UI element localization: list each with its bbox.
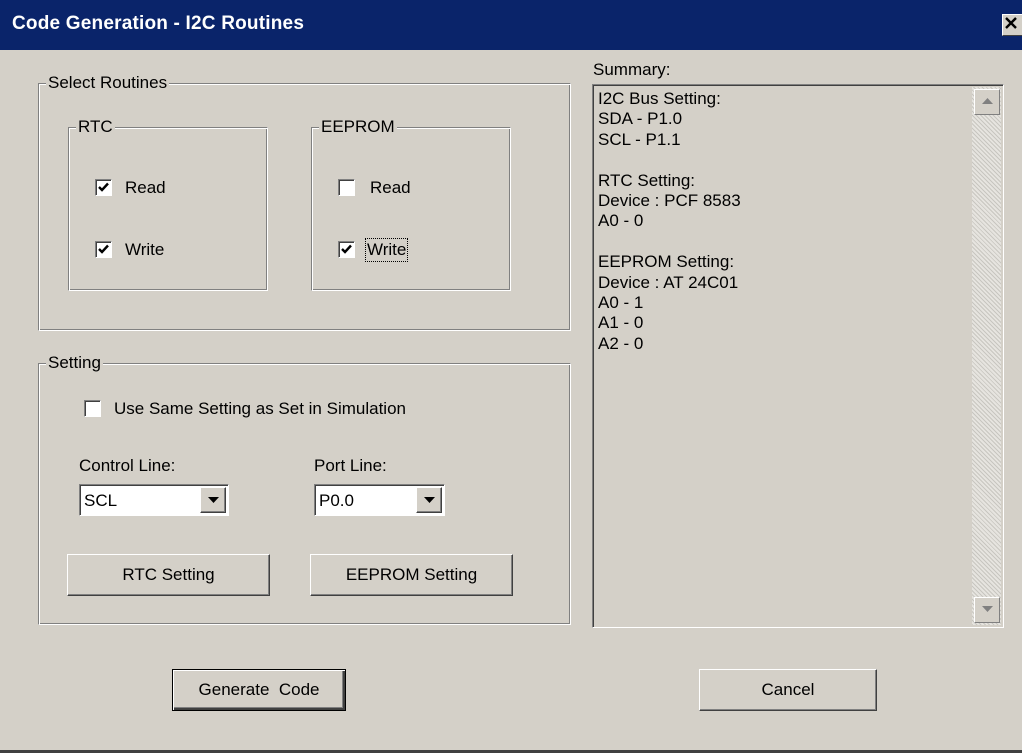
- setting-group: Setting Use Same Setting as Set in Simul…: [38, 353, 571, 625]
- cancel-button[interactable]: Cancel: [699, 669, 877, 711]
- summary-scrollbar[interactable]: [972, 87, 1001, 625]
- port-line-value: P0.0: [319, 491, 354, 510]
- control-line-select[interactable]: SCL: [79, 484, 229, 516]
- rtc-write-label[interactable]: Write: [125, 240, 164, 260]
- eeprom-setting-button[interactable]: EEPROM Setting: [310, 554, 513, 596]
- eeprom-group: EEPROM Read Write: [311, 117, 511, 291]
- control-line-dropdown-button[interactable]: [200, 487, 226, 513]
- setting-title: Setting: [46, 353, 103, 373]
- eeprom-group-title: EEPROM: [319, 117, 397, 137]
- chevron-down-icon: [208, 497, 219, 503]
- rtc-write-checkbox[interactable]: [95, 241, 112, 258]
- port-line-label: Port Line:: [314, 456, 387, 475]
- close-icon: [1005, 16, 1017, 34]
- rtc-read-checkbox[interactable]: [95, 179, 112, 196]
- scroll-down-button[interactable]: [974, 597, 1000, 623]
- check-icon: [98, 182, 109, 192]
- scroll-up-arrow-icon: [982, 98, 993, 104]
- summary-label: Summary:: [593, 60, 671, 79]
- rtc-group-title: RTC: [76, 117, 115, 137]
- rtc-read-label[interactable]: Read: [125, 178, 166, 198]
- eeprom-read-label[interactable]: Read: [370, 178, 411, 198]
- rtc-setting-button[interactable]: RTC Setting: [67, 554, 270, 596]
- port-line-select[interactable]: P0.0: [314, 484, 445, 516]
- title-bar[interactable]: Code Generation - I2C Routines: [0, 0, 1022, 50]
- eeprom-write-label[interactable]: Write: [364, 238, 409, 262]
- check-icon: [98, 244, 109, 254]
- generate-code-button[interactable]: Generate Code: [172, 669, 346, 711]
- close-button[interactable]: [1002, 14, 1022, 36]
- check-icon: [341, 244, 352, 254]
- scroll-up-button[interactable]: [974, 89, 1000, 115]
- eeprom-read-checkbox[interactable]: [338, 179, 355, 196]
- eeprom-write-checkbox[interactable]: [338, 241, 355, 258]
- select-routines-title: Select Routines: [46, 73, 170, 93]
- use-same-setting-checkbox[interactable]: [84, 400, 101, 417]
- summary-text: I2C Bus Setting: SDA - P1.0 SCL - P1.1 R…: [598, 89, 741, 353]
- control-line-value: SCL: [84, 491, 118, 510]
- rtc-group: RTC Read Write: [68, 117, 268, 291]
- control-line-label: Control Line:: [79, 456, 176, 475]
- chevron-down-icon: [424, 497, 435, 503]
- use-same-setting-label[interactable]: Use Same Setting as Set in Simulation: [114, 399, 406, 419]
- scroll-down-arrow-icon: [982, 606, 993, 612]
- port-line-dropdown-button[interactable]: [416, 487, 442, 513]
- dialog-window: Code Generation - I2C Routines Select Ro…: [0, 0, 1022, 753]
- summary-textarea[interactable]: I2C Bus Setting: SDA - P1.0 SCL - P1.1 R…: [592, 84, 1004, 628]
- select-routines-group: Select Routines RTC Read Write EEPROM Re…: [38, 73, 571, 331]
- window-title: Code Generation - I2C Routines: [12, 13, 305, 34]
